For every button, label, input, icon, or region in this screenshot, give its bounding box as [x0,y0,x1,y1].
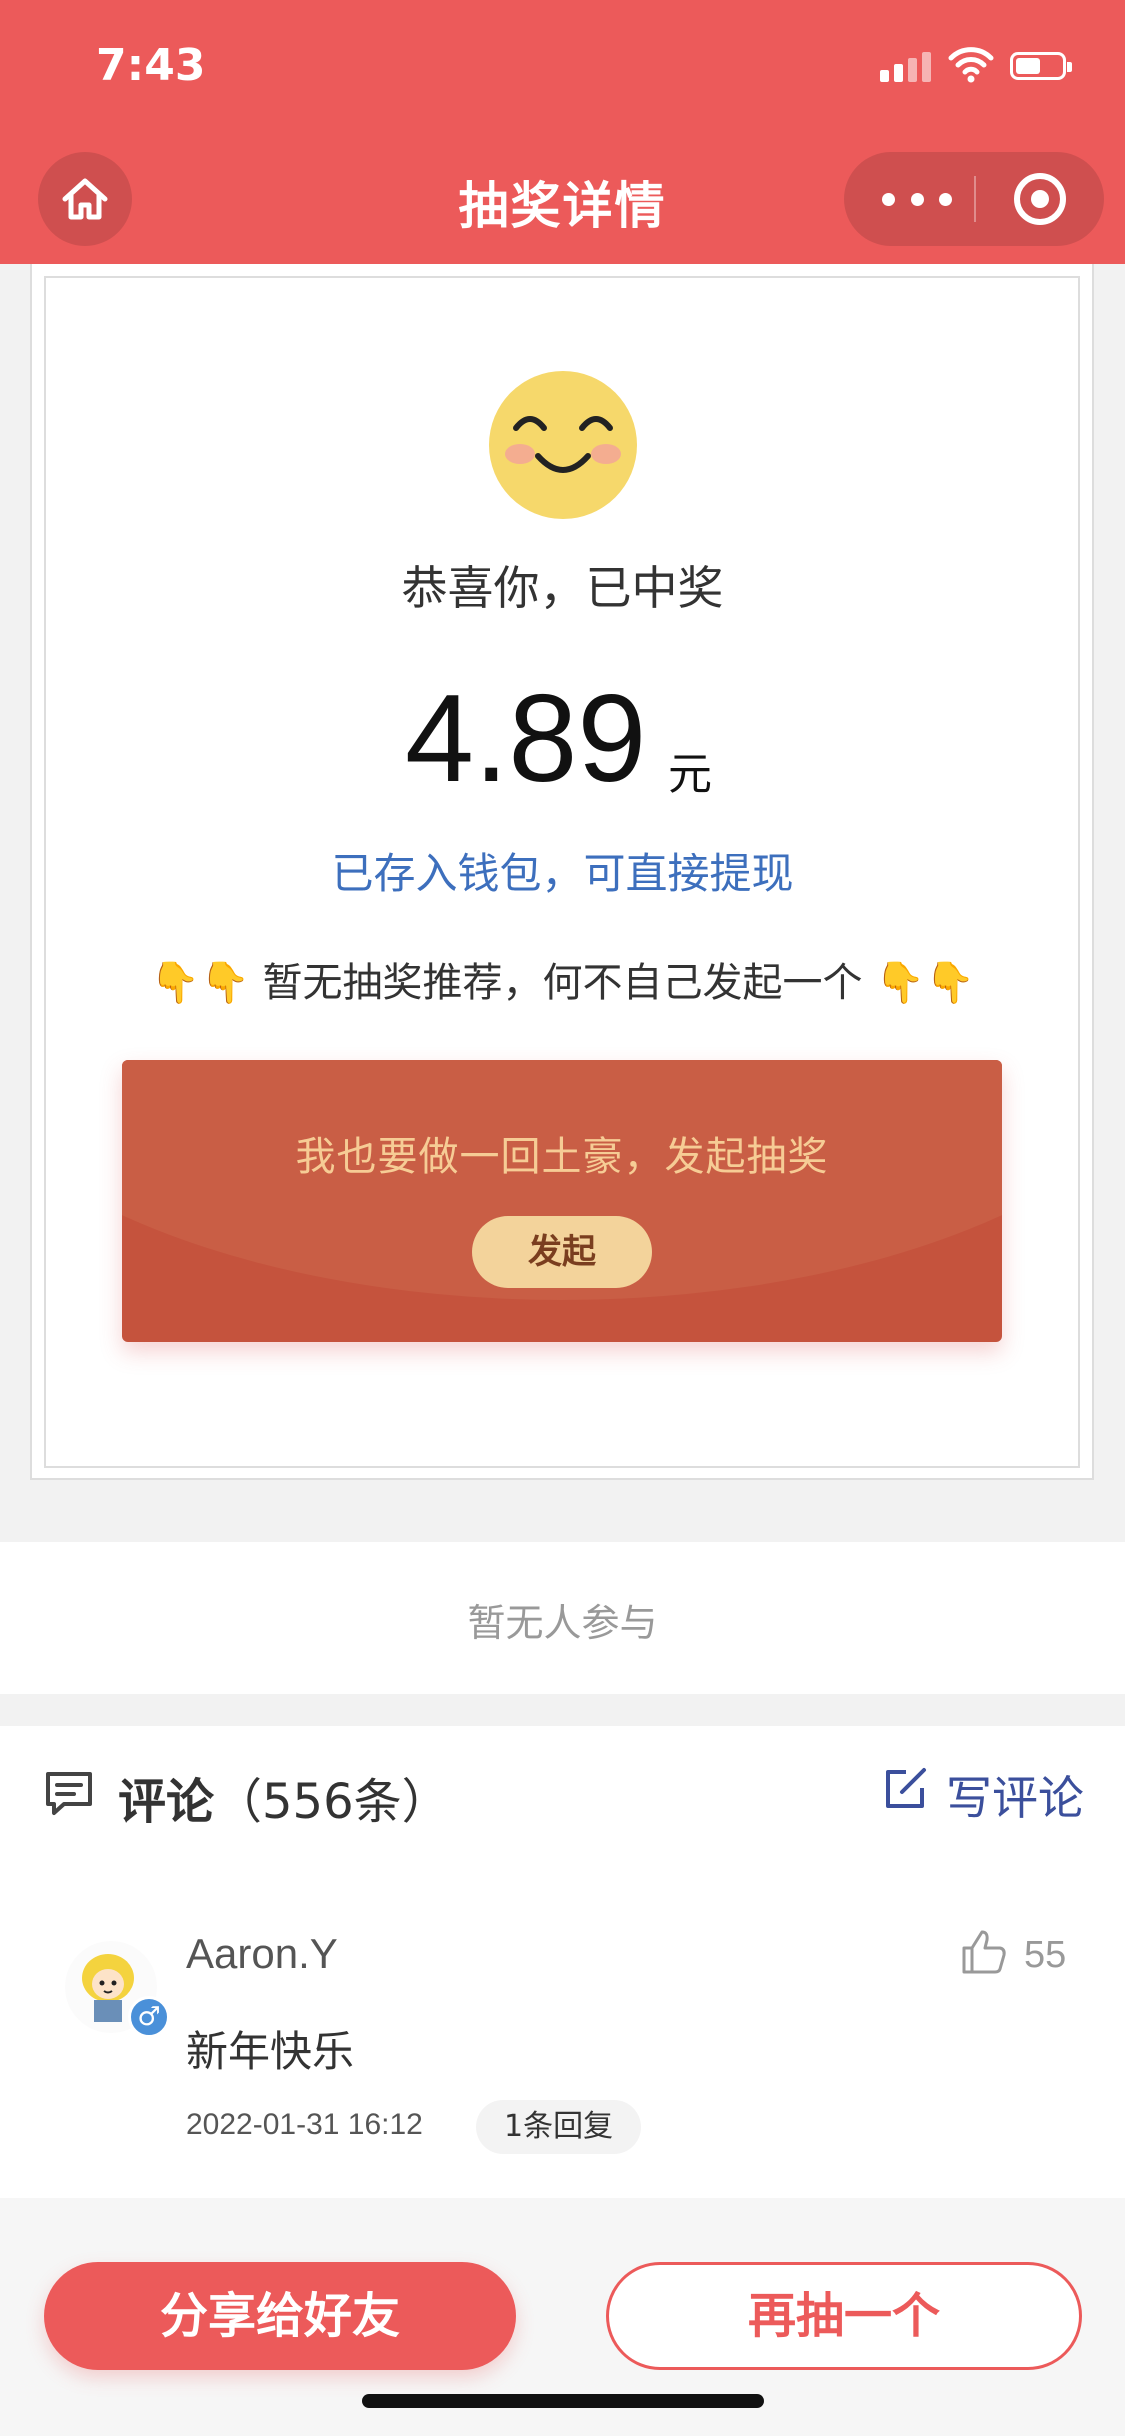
recommend-text: 👇👇 暂无抽奖推荐，何不自己发起一个 👇👇 [150,960,975,1006]
launch-lottery-card[interactable]: 我也要做一回土豪，发起抽奖 发起 [122,1060,1002,1342]
wallet-note-link[interactable]: 已存入钱包，可直接提现 [0,840,1125,901]
close-target-button[interactable] [1014,173,1066,225]
more-button[interactable] [882,152,952,246]
reply-count-button[interactable]: 1条回复 [476,2100,642,2154]
capsule-divider [974,176,976,222]
comments-title-label: 评论 [118,1774,215,1830]
comments-title: 评论（556条） [118,1762,450,1832]
comment-date: 2022-01-31 16:12 [186,2108,423,2141]
launch-text: 我也要做一回土豪，发起抽奖 [295,1134,829,1180]
share-button[interactable]: 分享给好友 [44,2262,516,2370]
wifi-icon [948,44,994,84]
mini-program-capsule [844,152,1104,246]
status-time: 7:43 [96,40,206,91]
comments-count: （556条） [214,1774,450,1830]
edit-icon[interactable] [880,1764,930,1814]
signal-icon [880,52,932,82]
thumbs-up-icon[interactable] [958,1926,1010,1978]
smile-emoji-icon [488,370,638,520]
write-comment-button[interactable]: 写评论 [946,1762,1084,1828]
male-gender-icon: ♂ [128,1996,170,2038]
like-count: 55 [1024,1934,1067,1976]
draw-again-button[interactable]: 再抽一个 [606,2262,1082,2370]
launch-button[interactable]: 发起 [472,1216,652,1288]
battery-icon [1010,52,1072,80]
participants-section: 暂无人参与 [0,1542,1125,1694]
prize-unit: 元 [668,749,712,800]
comment-icon [42,1766,96,1820]
comment-text: 新年快乐 [186,2027,355,2076]
congrats-text: 恭喜你，已中奖 [401,561,724,615]
participants-empty-text: 暂无人参与 [467,1601,658,1645]
prize-amount: 4.89 [405,670,647,808]
comment-author[interactable]: Aaron.Y [186,1930,338,1978]
home-indicator [362,2394,764,2408]
